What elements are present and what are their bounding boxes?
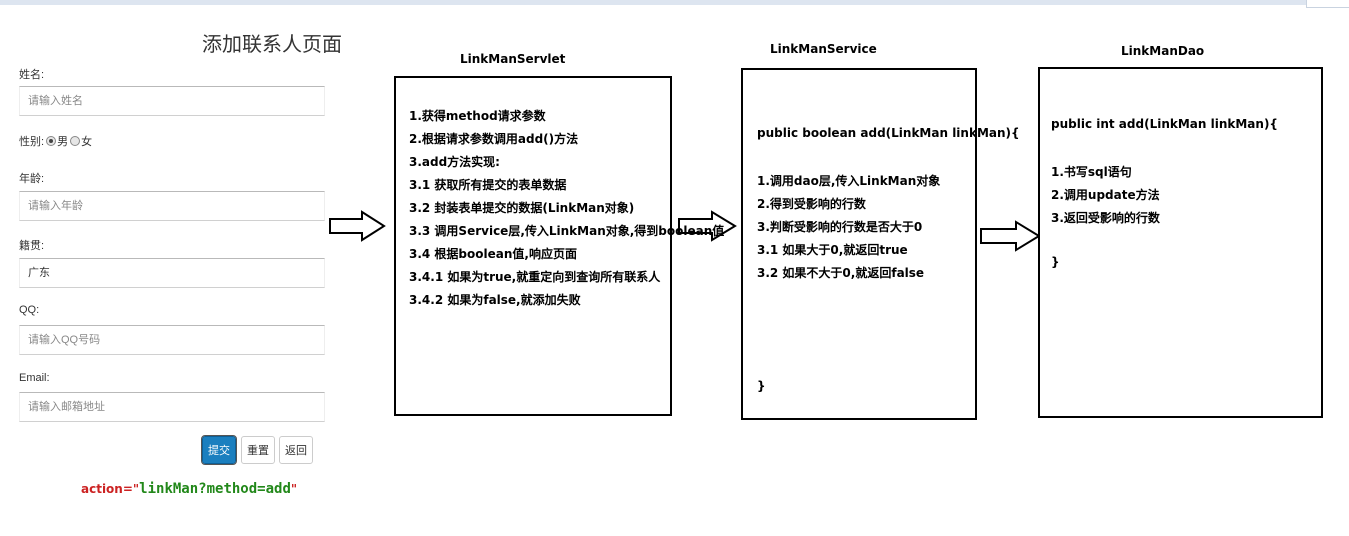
gender-female-label: 女 xyxy=(81,136,93,148)
reset-button[interactable]: 重置 xyxy=(241,436,275,464)
dao-title: LinkManDao xyxy=(1121,44,1205,58)
form-title: 添加联系人页面 xyxy=(202,32,342,56)
service-signature: public boolean add(LinkMan linkMan){ xyxy=(757,126,1020,140)
dao-line: 2.调用update方法 xyxy=(1051,188,1160,202)
action-close: " xyxy=(290,482,298,496)
arrow-right-icon xyxy=(980,220,1041,252)
back-button[interactable]: 返回 xyxy=(279,436,313,464)
servlet-line: 2.根据请求参数调用add()方法 xyxy=(409,132,579,146)
dao-line: 3.返回受影响的行数 xyxy=(1051,211,1160,225)
action-value: linkMan?method=add xyxy=(139,481,291,497)
service-line: 3.2 如果不大于0,就返回false xyxy=(757,266,925,280)
native-place-input[interactable]: 广东 xyxy=(19,258,325,288)
email-input[interactable]: 请输入邮箱地址 xyxy=(19,392,325,422)
name-label: 姓名: xyxy=(19,69,45,81)
service-line: 3.1 如果大于0,就返回true xyxy=(757,243,908,257)
servlet-line: 3.4 根据boolean值,响应页面 xyxy=(409,247,577,261)
submit-button[interactable]: 提交 xyxy=(201,435,237,465)
servlet-line: 1.获得method请求参数 xyxy=(409,109,546,123)
servlet-line: 3.4.1 如果为true,就重定向到查询所有联系人 xyxy=(409,270,661,284)
service-title: LinkManService xyxy=(770,42,877,56)
gender-female-radio[interactable] xyxy=(70,136,81,146)
native-place-label: 籍贯: xyxy=(19,240,45,252)
service-line: 1.调用dao层,传入LinkMan对象 xyxy=(757,174,941,188)
arrow-right-icon xyxy=(329,210,386,242)
action-attr: action=" xyxy=(81,482,140,496)
dao-line: 1.书写sql语句 xyxy=(1051,165,1132,179)
servlet-line: 3.4.2 如果为false,就添加失败 xyxy=(409,293,581,307)
gender-field: 性别: 男 女 xyxy=(19,133,92,149)
servlet-line: 3.1 获取所有提交的表单数据 xyxy=(409,178,567,192)
qq-label: QQ: xyxy=(19,304,40,316)
servlet-title: LinkManServlet xyxy=(460,52,566,66)
servlet-line: 3.2 封装表单提交的数据(LinkMan对象) xyxy=(409,201,635,215)
qq-input[interactable]: 请输入QQ号码 xyxy=(19,325,325,355)
age-label: 年龄: xyxy=(19,173,45,185)
window-corner xyxy=(1306,0,1349,8)
dao-close-brace: } xyxy=(1051,255,1060,269)
email-label: Email: xyxy=(19,372,50,384)
servlet-line: 3.add方法实现: xyxy=(409,155,500,169)
gender-male-label: 男 xyxy=(57,136,69,148)
age-input[interactable]: 请输入年龄 xyxy=(19,191,325,221)
dao-signature: public int add(LinkMan linkMan){ xyxy=(1051,117,1278,131)
service-line: 3.判断受影响的行数是否大于0 xyxy=(757,220,923,234)
service-line: 2.得到受影响的行数 xyxy=(757,197,866,211)
gender-label: 性别: xyxy=(19,136,45,148)
servlet-line: 3.3 调用Service层,传入LinkMan对象,得到boolean值 xyxy=(409,224,725,238)
form-action-annotation: action="linkMan?method=add" xyxy=(81,481,297,497)
service-close-brace: } xyxy=(757,379,766,393)
name-input[interactable]: 请输入姓名 xyxy=(19,86,325,116)
window-top-strip xyxy=(0,0,1349,5)
gender-male-radio[interactable] xyxy=(46,136,57,146)
